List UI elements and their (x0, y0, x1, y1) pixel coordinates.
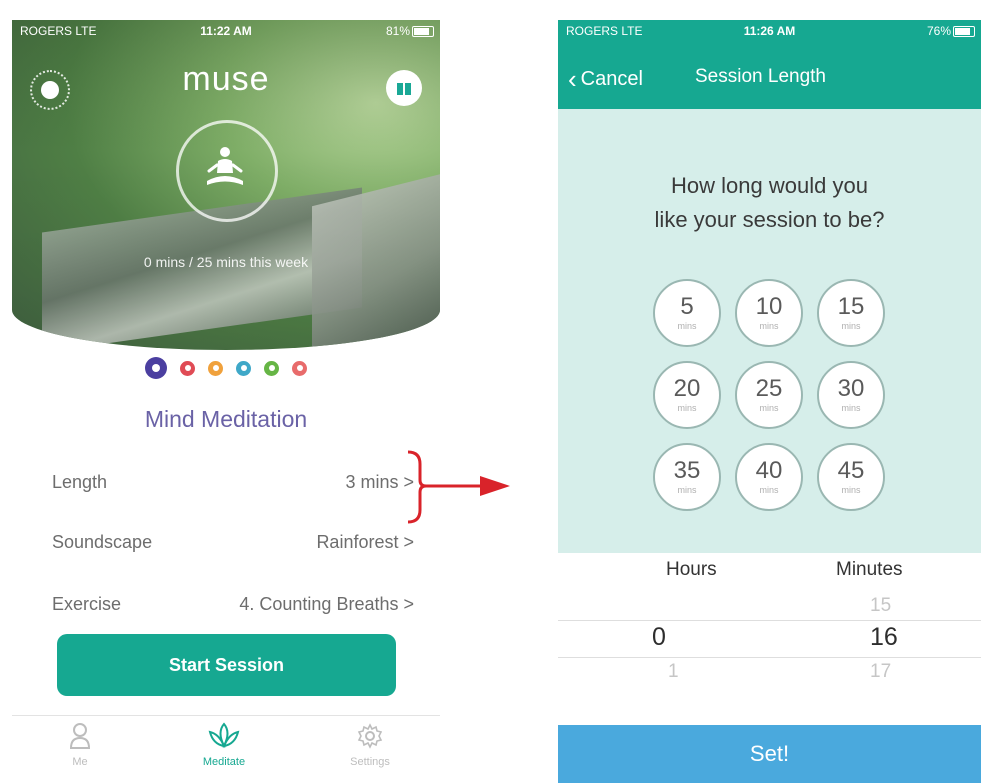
lotus-icon (208, 722, 240, 749)
duration-value: 10 (755, 293, 783, 320)
minutes-previous-value[interactable]: 15 (870, 595, 891, 617)
cancel-label: Cancel (580, 68, 643, 90)
right-phone-screen: ROGERS LTE 11:26 AM 76% ‹ Cancel Session … (558, 20, 981, 783)
duration-unit: mins (759, 403, 779, 413)
app-logo: muse (182, 60, 270, 98)
question-line: How long would you (671, 173, 868, 198)
duration-option-button[interactable]: 15 mins (817, 279, 885, 347)
minutes-column-label: Minutes (836, 559, 903, 580)
setting-label: Length (52, 472, 108, 492)
annotation-arrow (407, 450, 510, 524)
status-time: 11:22 AM (200, 24, 252, 38)
duration-option-button[interactable]: 10 mins (735, 279, 803, 347)
hours-column-label: Hours (666, 559, 717, 580)
tab-meditate[interactable]: Meditate (184, 722, 264, 768)
duration-value: 35 (673, 457, 701, 484)
gift-icon[interactable] (386, 70, 422, 106)
category-nature-icon[interactable] (264, 360, 279, 376)
duration-value: 30 (837, 375, 865, 402)
duration-unit: mins (677, 403, 697, 413)
battery-percent: 76% (926, 24, 951, 38)
soundscape-setting-row[interactable]: Soundscape Rainforest > (52, 528, 414, 558)
duration-value: 5 (680, 293, 694, 320)
duration-value: 20 (673, 375, 701, 402)
duration-option-button[interactable]: 40 mins (735, 443, 803, 511)
duration-option-button[interactable]: 20 mins (653, 361, 721, 429)
minutes-next-value[interactable]: 17 (870, 661, 891, 683)
left-phone-screen: ROGERS LTE 11:22 AM 81% muse 0 mins / 25… (12, 20, 440, 783)
chevron-left-icon: ‹ (568, 64, 577, 94)
category-timer-icon[interactable] (292, 360, 307, 376)
duration-value: 25 (755, 375, 783, 402)
tab-label: Me (72, 756, 88, 768)
status-time: 11:26 AM (743, 24, 796, 38)
duration-option-button[interactable]: 25 mins (735, 361, 803, 429)
duration-value: 40 (755, 457, 783, 484)
page-title: Session Length (695, 66, 826, 87)
minutes-selected-value[interactable]: 16 (870, 623, 898, 652)
gear-icon (357, 723, 383, 749)
exercise-setting-row[interactable]: Exercise 4. Counting Breaths > (52, 590, 414, 620)
duration-option-button[interactable]: 35 mins (653, 443, 721, 511)
set-button[interactable]: Set! (558, 725, 981, 783)
battery-icon (412, 26, 434, 37)
duration-options-grid: 5 mins 10 mins 15 mins 20 mins 25 mins 30 mins 35 min… (653, 279, 893, 511)
meditation-progress-ring (176, 120, 278, 222)
start-session-button[interactable]: Start Session (57, 634, 396, 696)
tab-me[interactable]: Me (40, 722, 120, 768)
tab-settings[interactable]: Settings (330, 722, 410, 768)
duration-option-button[interactable]: 45 mins (817, 443, 885, 511)
duration-option-button[interactable]: 5 mins (653, 279, 721, 347)
duration-unit: mins (759, 321, 779, 331)
status-bar: ROGERS LTE 11:26 AM 76% (558, 20, 981, 44)
carrier-label: ROGERS LTE (566, 24, 643, 38)
duration-unit: mins (677, 321, 697, 331)
person-icon (69, 723, 91, 749)
status-bar: ROGERS LTE 11:22 AM 81% (12, 20, 440, 44)
duration-value: 15 (837, 293, 865, 320)
nav-header: ROGERS LTE 11:26 AM 76% ‹ Cancel Session … (558, 20, 981, 109)
session-length-panel: How long would you like your session to … (558, 109, 981, 553)
duration-unit: mins (841, 485, 861, 495)
category-breath-icon[interactable] (236, 360, 251, 376)
tab-label: Settings (350, 756, 390, 768)
category-heart-icon[interactable] (180, 360, 195, 376)
session-length-question: How long would you like your session to … (558, 169, 981, 237)
length-setting-row[interactable]: Length 3 mins > (52, 468, 414, 498)
setting-label: Soundscape (52, 532, 153, 552)
hero-banner: ROGERS LTE 11:22 AM 81% muse 0 mins / 25… (12, 20, 440, 350)
duration-unit: mins (677, 485, 697, 495)
setting-label: Exercise (52, 594, 122, 614)
meditator-icon (207, 147, 243, 185)
carrier-label: ROGERS LTE (20, 24, 97, 38)
category-body-icon[interactable] (208, 360, 223, 376)
duration-option-button[interactable]: 30 mins (817, 361, 885, 429)
duration-unit: mins (759, 485, 779, 495)
duration-picker[interactable]: Hours Minutes 15 0 16 1 17 (558, 553, 981, 723)
hours-selected-value[interactable]: 0 (652, 623, 666, 652)
setting-value: 4. Counting Breaths > (239, 594, 414, 614)
battery-percent: 81% (385, 24, 410, 38)
category-mind-icon[interactable] (145, 357, 167, 379)
hours-next-value[interactable]: 1 (668, 661, 679, 683)
battery-icon (953, 26, 975, 37)
meditation-category-selector (12, 355, 440, 381)
setting-value: Rainforest > (316, 532, 414, 552)
weekly-progress-text: 0 mins / 25 mins this week (143, 254, 309, 270)
tab-label: Meditate (202, 756, 246, 768)
duration-unit: mins (841, 403, 861, 413)
question-line: like your session to be? (654, 207, 885, 232)
session-title: Mind Meditation (144, 406, 308, 432)
picker-selection-band (558, 620, 981, 658)
cancel-button[interactable]: ‹ Cancel (568, 64, 643, 95)
duration-value: 45 (837, 457, 865, 484)
duration-unit: mins (841, 321, 861, 331)
bottom-tab-bar: Me Meditate Settings (12, 715, 440, 783)
